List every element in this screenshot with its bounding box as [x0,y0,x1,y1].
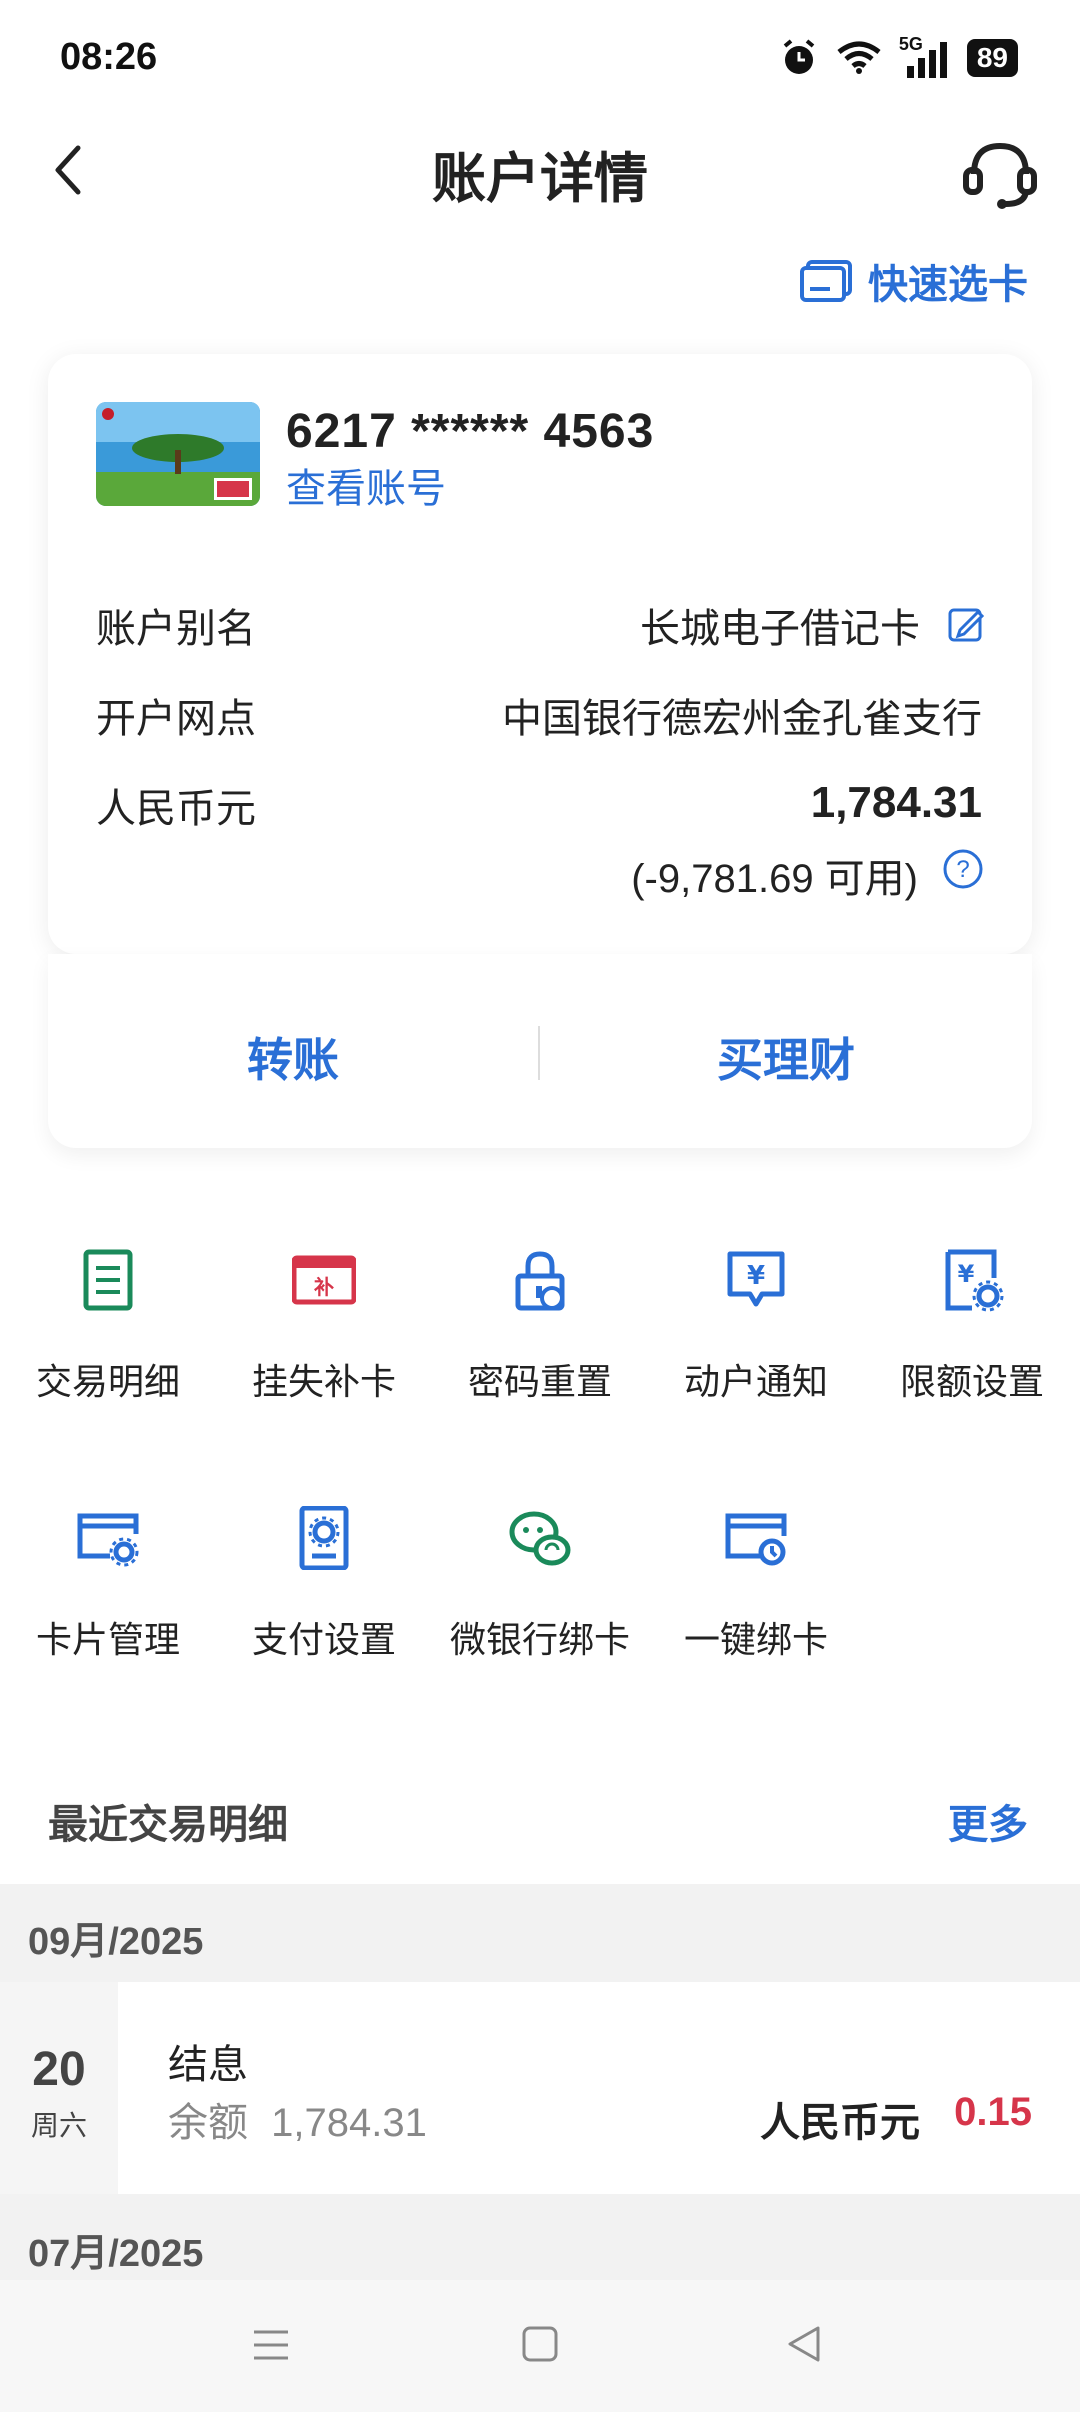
service-label: 卡片管理 [35,1619,180,1660]
branch-label: 开户网点 [96,697,256,741]
transaction-amount: 0.15 [954,2090,1032,2134]
yen-chat-icon: ¥ [727,1251,785,1307]
yen-gear-icon: ¥ [945,1249,1004,1312]
card-number: 6217 ****** 4563 [286,405,655,458]
service-label: 微银行绑卡 [449,1619,630,1660]
svg-text:?: ? [956,856,969,883]
action-divider [538,1026,540,1080]
service-label: 动户通知 [683,1361,828,1402]
edit-icon[interactable] [946,604,986,644]
card-bind-icon [725,1513,787,1566]
doc-icon [83,1249,133,1311]
month-label: 09月/2025 [28,1921,204,1963]
view-account-link[interactable]: 查看账号 [286,456,446,514]
page-title: 账户详情 [432,149,648,209]
alias-label: 账户别名 [96,607,256,651]
wifi-icon [837,41,881,74]
card-gear-icon [77,1513,139,1567]
card-replace-icon: 补 [291,1255,357,1305]
svg-text:¥: ¥ [747,1261,765,1291]
service-label: 一键绑卡 [683,1619,828,1660]
card-stack-icon [800,260,852,302]
service-password-reset[interactable]: 密码重置 [432,1248,648,1405]
help-icon[interactable]: ? [942,848,984,890]
available-balance: (-9,781.69 可用) [631,857,918,901]
transaction-currency: 人民币元 [760,2101,920,2145]
balance-label: 余额 [168,2101,248,2145]
branch-value: 中国银行德宏州金孔雀支行 [502,697,982,741]
service-one-click-bind[interactable]: 一键绑卡 [648,1506,864,1663]
transfer-button[interactable]: 转账 [143,1024,443,1090]
alarm-icon [783,39,815,74]
service-card-management[interactable]: 卡片管理 [0,1506,216,1663]
service-wechat-bind[interactable]: 微银行绑卡 [432,1506,648,1663]
service-label: 限额设置 [899,1361,1044,1402]
transaction-weekday: 周六 [30,2110,87,2141]
lock-reset-icon [515,1251,565,1311]
service-label: 支付设置 [251,1619,396,1660]
svg-text:¥: ¥ [958,1260,975,1288]
recent-transactions-title: 最近交易明细 [48,1803,288,1847]
wechat-icon [509,1511,571,1566]
battery-indicator: 89 [966,39,1018,77]
bank-card-image [96,402,260,506]
balance-amount: 1,784.31 [271,2101,427,2145]
service-label: 挂失补卡 [251,1361,396,1402]
service-account-alert[interactable]: ¥ 动户通知 [648,1248,864,1405]
home-icon[interactable] [520,2324,560,2364]
month-label: 07月/2025 [28,2233,204,2275]
network-type: 5G [898,34,923,54]
balance-value: 1,784.31 [810,778,982,827]
quick-select-card-button[interactable]: 快速选卡 [800,252,1028,310]
status-time: 08:26 [60,36,158,78]
quick-select-label: 快速选卡 [868,263,1028,307]
transaction-row[interactable] [118,1982,1080,2194]
service-transaction-details[interactable]: 交易明细 [0,1248,216,1405]
back-nav-icon[interactable] [784,2324,824,2364]
service-limit-settings[interactable]: ¥ 限额设置 [864,1248,1080,1405]
transaction-balance: 余额 1,784.31 [168,2090,427,2148]
transaction-day: 20 [32,2043,86,2096]
currency-label: 人民币元 [96,787,256,831]
status-icons: 5G 89 [779,34,1018,78]
svg-text:补: 补 [313,1275,334,1299]
service-label: 交易明细 [35,1361,180,1402]
transaction-title: 结息 [168,2043,248,2087]
service-label: 密码重置 [467,1361,612,1402]
more-link[interactable]: 更多 [948,1792,1028,1850]
customer-service-icon[interactable] [960,134,1040,214]
buy-wealth-button[interactable]: 买理财 [636,1024,936,1090]
signal-icon: 5G [899,34,951,78]
service-payment-settings[interactable]: 支付设置 [216,1505,432,1663]
pay-settings-icon [299,1505,349,1571]
service-report-loss[interactable]: 补 挂失补卡 [216,1248,432,1405]
menu-icon[interactable] [250,2324,292,2366]
alias-value: 长城电子借记卡 [640,607,920,651]
